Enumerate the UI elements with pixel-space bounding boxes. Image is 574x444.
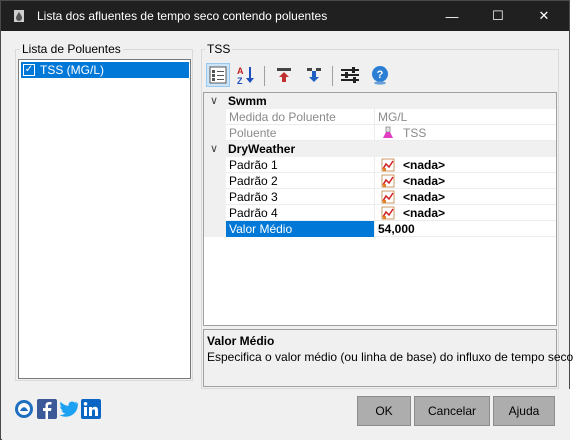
- flask-icon: [383, 126, 393, 138]
- row-gutter: [204, 189, 226, 205]
- dialog-window: Lista dos afluentes de tempo seco conten…: [0, 0, 573, 440]
- move-down-icon: [307, 68, 321, 82]
- description-panel: Valor Médio Especifica o valor médio (ou…: [203, 329, 573, 387]
- twitter-icon: [59, 401, 79, 417]
- row-gutter: [204, 205, 226, 221]
- property-name: Medida do Poluente: [229, 110, 336, 124]
- pollutant-list-label: Lista de Poluentes: [20, 42, 123, 56]
- close-icon: ✕: [538, 8, 550, 23]
- row-gutter: [204, 157, 226, 173]
- property-row[interactable]: Padrão 2 <nada>: [204, 173, 556, 189]
- property-row[interactable]: Poluente TSS: [204, 125, 556, 141]
- cancel-button[interactable]: Cancelar: [414, 396, 490, 426]
- maximize-icon: ☐: [492, 8, 504, 23]
- row-gutter: [204, 221, 226, 237]
- help-toolbar-button[interactable]: ?: [368, 63, 392, 87]
- close-button[interactable]: ✕: [521, 1, 567, 31]
- maximize-button[interactable]: ☐: [475, 1, 521, 31]
- alphabetical-sort-icon: A Z: [237, 66, 254, 85]
- chevron-down-icon[interactable]: ∨: [210, 142, 218, 155]
- facebook-link[interactable]: [37, 399, 57, 419]
- row-gutter: [204, 125, 226, 141]
- category-swmm[interactable]: ∨ Swmm: [204, 93, 556, 109]
- list-item[interactable]: ✓ TSS (MG/L): [21, 62, 189, 78]
- category-dryweather[interactable]: ∨ DryWeather: [204, 141, 556, 157]
- toolbar-separator: [332, 66, 333, 86]
- window-title: Lista dos afluentes de tempo seco conten…: [37, 9, 328, 23]
- property-row[interactable]: Padrão 4 <nada>: [204, 205, 556, 221]
- property-row-selected[interactable]: Valor Médio 54,000: [204, 221, 556, 237]
- description-text: Especifica o valor médio (ou linha de ba…: [207, 350, 574, 364]
- property-name: Padrão 3: [229, 190, 278, 204]
- title-bar[interactable]: Lista dos afluentes de tempo seco conten…: [1, 1, 569, 31]
- property-value[interactable]: 54,000: [374, 221, 556, 237]
- settings-sliders-icon: [341, 67, 359, 83]
- property-value-cell[interactable]: <nada>: [374, 189, 556, 205]
- linkedin-link[interactable]: [81, 399, 101, 419]
- property-name: Padrão 2: [229, 174, 278, 188]
- facebook-icon: [37, 399, 57, 419]
- property-row[interactable]: Padrão 3 <nada>: [204, 189, 556, 205]
- pattern-icon: [381, 174, 395, 188]
- svg-text:Z: Z: [237, 76, 243, 85]
- property-value-cell[interactable]: <nada>: [374, 205, 556, 221]
- minimize-icon: —: [445, 8, 459, 24]
- list-item-label: TSS (MG/L): [40, 63, 105, 77]
- property-value-cell[interactable]: <nada>: [374, 173, 556, 189]
- svg-text:?: ?: [377, 69, 384, 81]
- property-value: TSS: [403, 126, 427, 140]
- property-row[interactable]: Medida do Poluente MG/L: [204, 109, 556, 125]
- pattern-icon: [381, 206, 395, 220]
- row-gutter: [204, 173, 226, 189]
- help-icon: ?: [372, 66, 388, 85]
- description-title: Valor Médio: [207, 334, 275, 348]
- property-toolbar: A Z ?: [204, 61, 557, 91]
- property-value: <nada>: [403, 190, 446, 204]
- categorized-view-button[interactable]: [206, 63, 230, 87]
- minimize-button[interactable]: —: [429, 1, 475, 31]
- property-value-cell[interactable]: <nada>: [374, 157, 556, 173]
- checkbox[interactable]: ✓: [23, 64, 35, 76]
- ok-button[interactable]: OK: [357, 396, 411, 426]
- app-logo-link[interactable]: [14, 399, 34, 419]
- pollutant-listbox[interactable]: ✓ TSS (MG/L): [18, 59, 191, 379]
- categorized-view-icon: [209, 66, 227, 84]
- property-name: Valor Médio: [226, 221, 374, 237]
- alphabetical-sort-button[interactable]: A Z: [234, 63, 258, 87]
- chevron-down-icon[interactable]: ∨: [210, 94, 218, 107]
- twitter-link[interactable]: [59, 399, 79, 419]
- property-value: MG/L: [374, 109, 556, 125]
- property-value: <nada>: [403, 158, 446, 172]
- property-value-cell: TSS: [374, 125, 556, 141]
- move-up-button[interactable]: [272, 63, 296, 87]
- pattern-icon: [381, 190, 395, 204]
- category-label: Swmm: [228, 94, 267, 108]
- logo-icon: [15, 400, 33, 418]
- property-row[interactable]: Padrão 1 <nada>: [204, 157, 556, 173]
- app-icon: [14, 10, 24, 22]
- help-button[interactable]: Ajuda: [493, 396, 555, 426]
- pattern-icon: [381, 158, 395, 172]
- linkedin-icon: [81, 399, 101, 419]
- property-value: <nada>: [403, 174, 446, 188]
- property-value: <nada>: [403, 206, 446, 220]
- property-name: Poluente: [229, 126, 277, 140]
- property-name: Padrão 4: [229, 206, 278, 220]
- move-down-button[interactable]: [302, 63, 326, 87]
- row-gutter: [204, 109, 226, 125]
- property-name: Padrão 1: [229, 158, 278, 172]
- toolbar-separator: [264, 66, 265, 86]
- settings-button[interactable]: [338, 63, 362, 87]
- category-label: DryWeather: [228, 142, 296, 156]
- svg-text:A: A: [237, 66, 244, 76]
- properties-group-label: TSS: [205, 42, 233, 56]
- property-grid[interactable]: ∨ Swmm Medida do Poluente MG/L Poluente …: [203, 92, 557, 326]
- move-up-icon: [277, 68, 291, 82]
